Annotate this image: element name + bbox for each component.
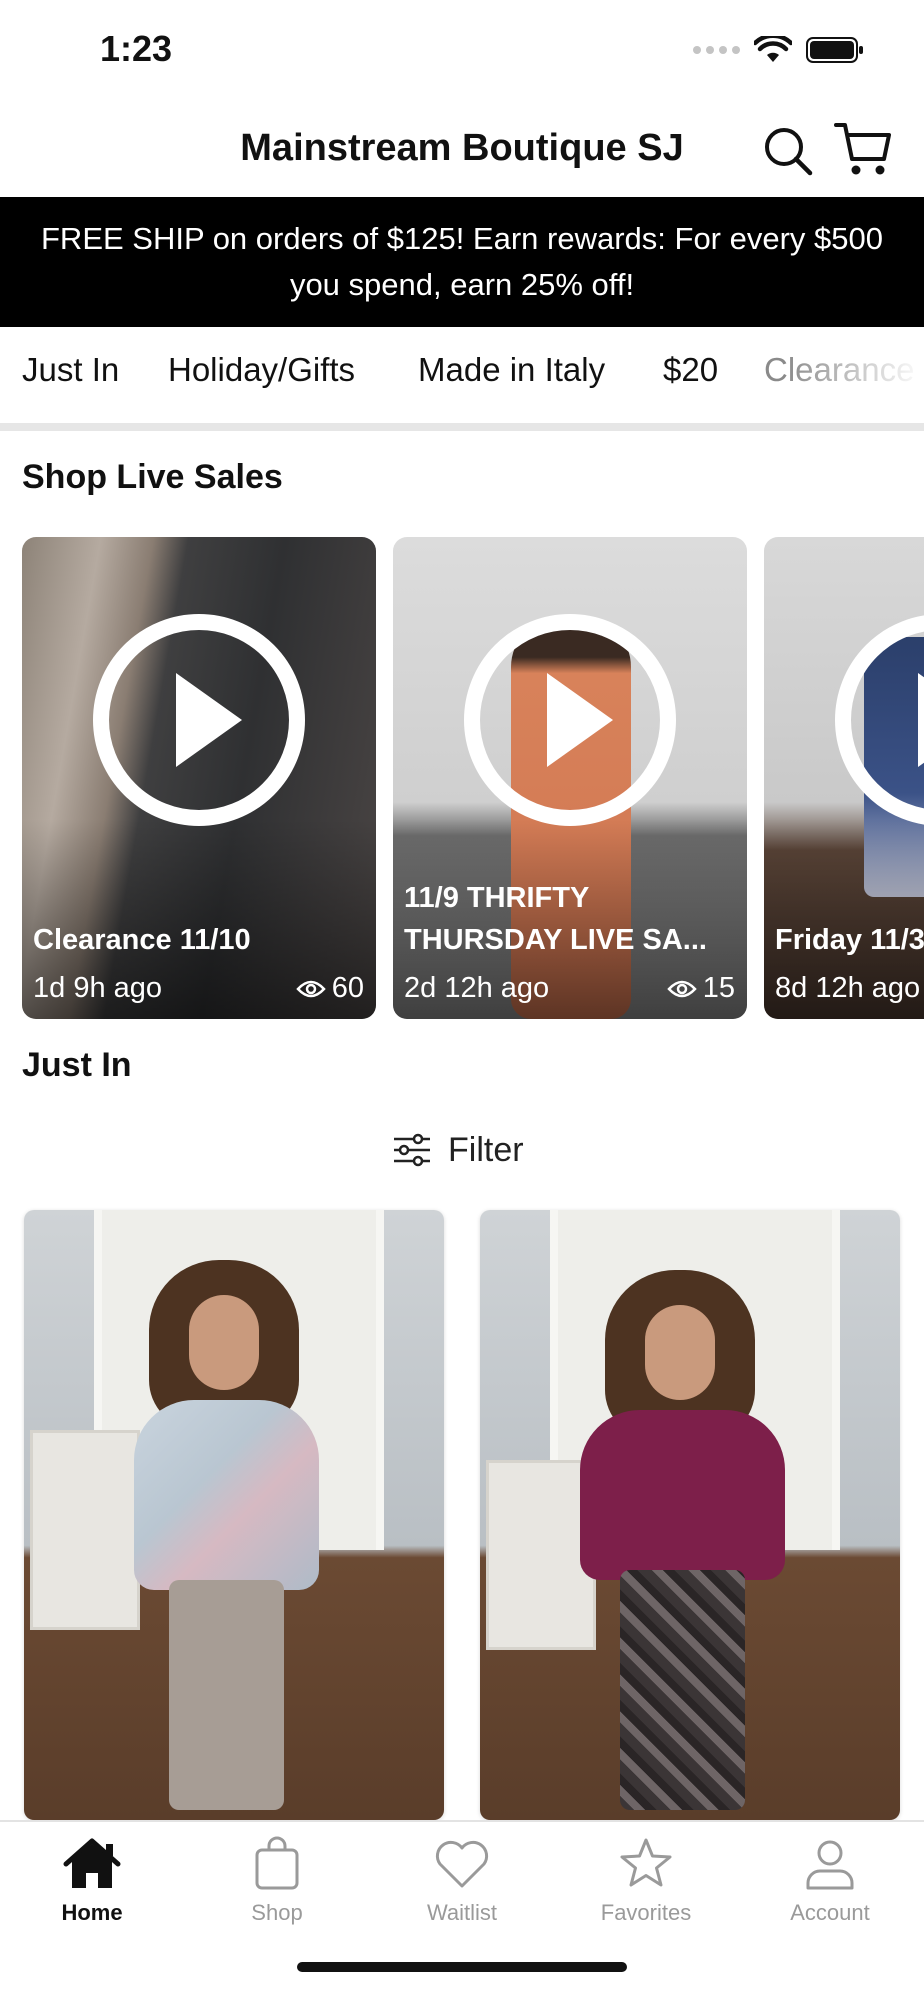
play-icon[interactable] bbox=[463, 613, 677, 827]
nav-home[interactable]: Home bbox=[0, 1836, 184, 1926]
filter-button[interactable]: Filter bbox=[392, 1125, 524, 1175]
nav-label: Account bbox=[790, 1900, 870, 1925]
nav-account[interactable]: Account bbox=[738, 1836, 922, 1926]
product-card[interactable] bbox=[480, 1210, 900, 1820]
shopping-bag-icon bbox=[255, 1836, 299, 1890]
live-sale-title: 11/9 THRIFTY THURSDAY LIVE SA... bbox=[404, 882, 707, 956]
product-card[interactable] bbox=[24, 1210, 444, 1820]
promo-text: FREE SHIP on orders of $125! Earn reward… bbox=[41, 221, 883, 302]
model-leggings bbox=[620, 1570, 745, 1810]
star-icon bbox=[620, 1838, 672, 1887]
model-face bbox=[645, 1305, 715, 1400]
play-icon[interactable] bbox=[92, 613, 306, 827]
promo-banner: FREE SHIP on orders of $125! Earn reward… bbox=[0, 197, 924, 327]
heart-icon bbox=[435, 1840, 489, 1888]
nav-label: Home bbox=[61, 1900, 123, 1925]
home-icon bbox=[63, 1838, 121, 1888]
filter-label: Filter bbox=[448, 1130, 524, 1169]
cart-icon[interactable] bbox=[834, 121, 892, 177]
cellular-signal-icon bbox=[693, 46, 740, 54]
model-top bbox=[134, 1400, 319, 1590]
eye-icon bbox=[667, 980, 697, 997]
live-sale-title: Friday 11/3 bbox=[775, 924, 924, 956]
model-face bbox=[189, 1295, 259, 1390]
nav-label: Shop bbox=[251, 1900, 303, 1925]
status-time: 1:23 bbox=[100, 28, 173, 69]
live-sale-time-ago: 1d 9h ago bbox=[33, 972, 163, 1004]
eye-icon bbox=[296, 980, 326, 997]
just-in-heading: Just In bbox=[22, 1046, 132, 1084]
tab-holiday-gifts[interactable]: Holiday/Gifts bbox=[168, 351, 355, 389]
search-icon[interactable] bbox=[762, 125, 814, 177]
nav-favorites[interactable]: Favorites bbox=[554, 1836, 738, 1926]
wifi-icon bbox=[754, 36, 792, 62]
live-sale-views: 60 bbox=[296, 972, 364, 1005]
live-sale-card[interactable]: Clearance 11/10 1d 9h ago 60 bbox=[22, 537, 376, 1019]
live-sale-time-ago: 2d 12h ago bbox=[404, 972, 550, 1004]
nav-shop[interactable]: Shop bbox=[185, 1836, 369, 1926]
model-top bbox=[580, 1410, 785, 1580]
live-sales-carousel: Clearance 11/10 1d 9h ago 60 11/9 THRIFT… bbox=[0, 537, 924, 1019]
tab-clearance[interactable]: Clearance bbox=[764, 351, 914, 389]
sliders-icon bbox=[394, 1133, 430, 1167]
live-sale-view-count: 60 bbox=[331, 972, 364, 1004]
status-bar: 1:23 bbox=[0, 0, 924, 105]
live-sale-view-count: 15 bbox=[702, 972, 735, 1004]
play-icon[interactable] bbox=[834, 613, 924, 827]
battery-icon bbox=[806, 37, 863, 63]
tab-made-in-italy[interactable]: Made in Italy bbox=[418, 351, 605, 389]
live-sales-heading: Shop Live Sales bbox=[22, 458, 283, 496]
nav-label: Favorites bbox=[600, 1900, 692, 1925]
live-sale-card[interactable]: Friday 11/3 8d 12h ago bbox=[764, 537, 924, 1019]
category-tabs: Just In Holiday/Gifts Made in Italy $20 … bbox=[0, 327, 924, 431]
bottom-navigation: Home Shop Waitlist Favorites Account bbox=[0, 1820, 924, 2000]
nav-label: Waitlist bbox=[426, 1900, 498, 1925]
status-icons bbox=[693, 36, 864, 64]
person-icon bbox=[806, 1840, 854, 1890]
live-sale-views: 15 bbox=[667, 972, 735, 1005]
live-sale-card[interactable]: 11/9 THRIFTY THURSDAY LIVE SA... 2d 12h … bbox=[393, 537, 747, 1019]
home-indicator bbox=[297, 1962, 627, 1972]
tab-20-dollars[interactable]: $20 bbox=[663, 351, 718, 389]
app-header: Mainstream Boutique SJ bbox=[0, 105, 924, 197]
tab-just-in[interactable]: Just In bbox=[22, 351, 119, 389]
live-sale-time-ago: 8d 12h ago bbox=[775, 972, 921, 1004]
model-pants bbox=[169, 1580, 284, 1810]
nightstand bbox=[30, 1430, 140, 1630]
nav-waitlist[interactable]: Waitlist bbox=[370, 1836, 554, 1926]
live-sale-title: Clearance 11/10 bbox=[33, 924, 251, 956]
